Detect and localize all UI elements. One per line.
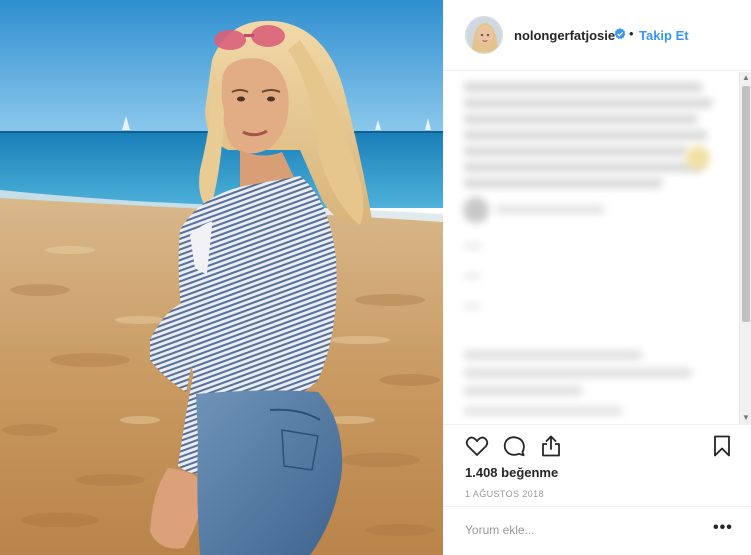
likes-count[interactable]: 1.408 beğenme [465, 465, 558, 480]
heart-icon[interactable] [465, 434, 489, 458]
scroll-down-arrow-icon[interactable]: ▼ [740, 412, 751, 424]
blurred-comment-line [463, 406, 623, 416]
share-icon[interactable] [539, 434, 563, 458]
blurred-emoji [686, 146, 710, 170]
blurred-caption-line [463, 130, 708, 140]
verified-badge-icon [614, 28, 626, 40]
avatar[interactable] [465, 16, 503, 54]
more-options-button[interactable]: ••• [713, 519, 733, 537]
post-header: nolongerfatjosie • Takip Et [443, 0, 751, 71]
blurred-caption-line [463, 178, 663, 188]
comment-icon[interactable] [502, 434, 526, 458]
blurred-caption-line [463, 82, 703, 92]
separator-dot: • [629, 26, 634, 41]
post-date[interactable]: 1 AĞUSTOS 2018 [465, 489, 544, 499]
post-photo[interactable] [0, 0, 443, 555]
blurred-comment-line [495, 205, 605, 214]
scroll-up-arrow-icon[interactable]: ▲ [740, 72, 751, 84]
blurred-avatar [463, 197, 489, 223]
blurred-caption-line [463, 114, 698, 124]
blurred-caption-line [463, 146, 688, 156]
post-details-panel: nolongerfatjosie • Takip Et ▲ ▼ 1.408 be… [443, 0, 751, 555]
blurred-comment-line [463, 242, 483, 250]
follow-button[interactable]: Takip Et [639, 28, 689, 43]
beach-photo-image [0, 0, 443, 555]
blurred-caption-line [463, 98, 713, 108]
username-link[interactable]: nolongerfatjosie [514, 28, 615, 43]
bookmark-icon[interactable] [710, 434, 734, 458]
blurred-comment-line [463, 350, 643, 360]
comment-input[interactable] [465, 523, 695, 537]
blurred-caption-line [463, 162, 703, 172]
blurred-comment-line [463, 272, 481, 280]
avatar-image [466, 17, 502, 53]
add-comment-bar: ••• [443, 506, 751, 555]
comments-scrollbar[interactable]: ▲ ▼ [739, 72, 751, 424]
post-actions [443, 424, 751, 464]
scroll-thumb[interactable] [742, 86, 750, 322]
blurred-comment-line [463, 386, 583, 396]
comments-list[interactable] [443, 72, 751, 424]
blurred-comment-line [463, 302, 481, 310]
blurred-comment-line [463, 368, 693, 378]
